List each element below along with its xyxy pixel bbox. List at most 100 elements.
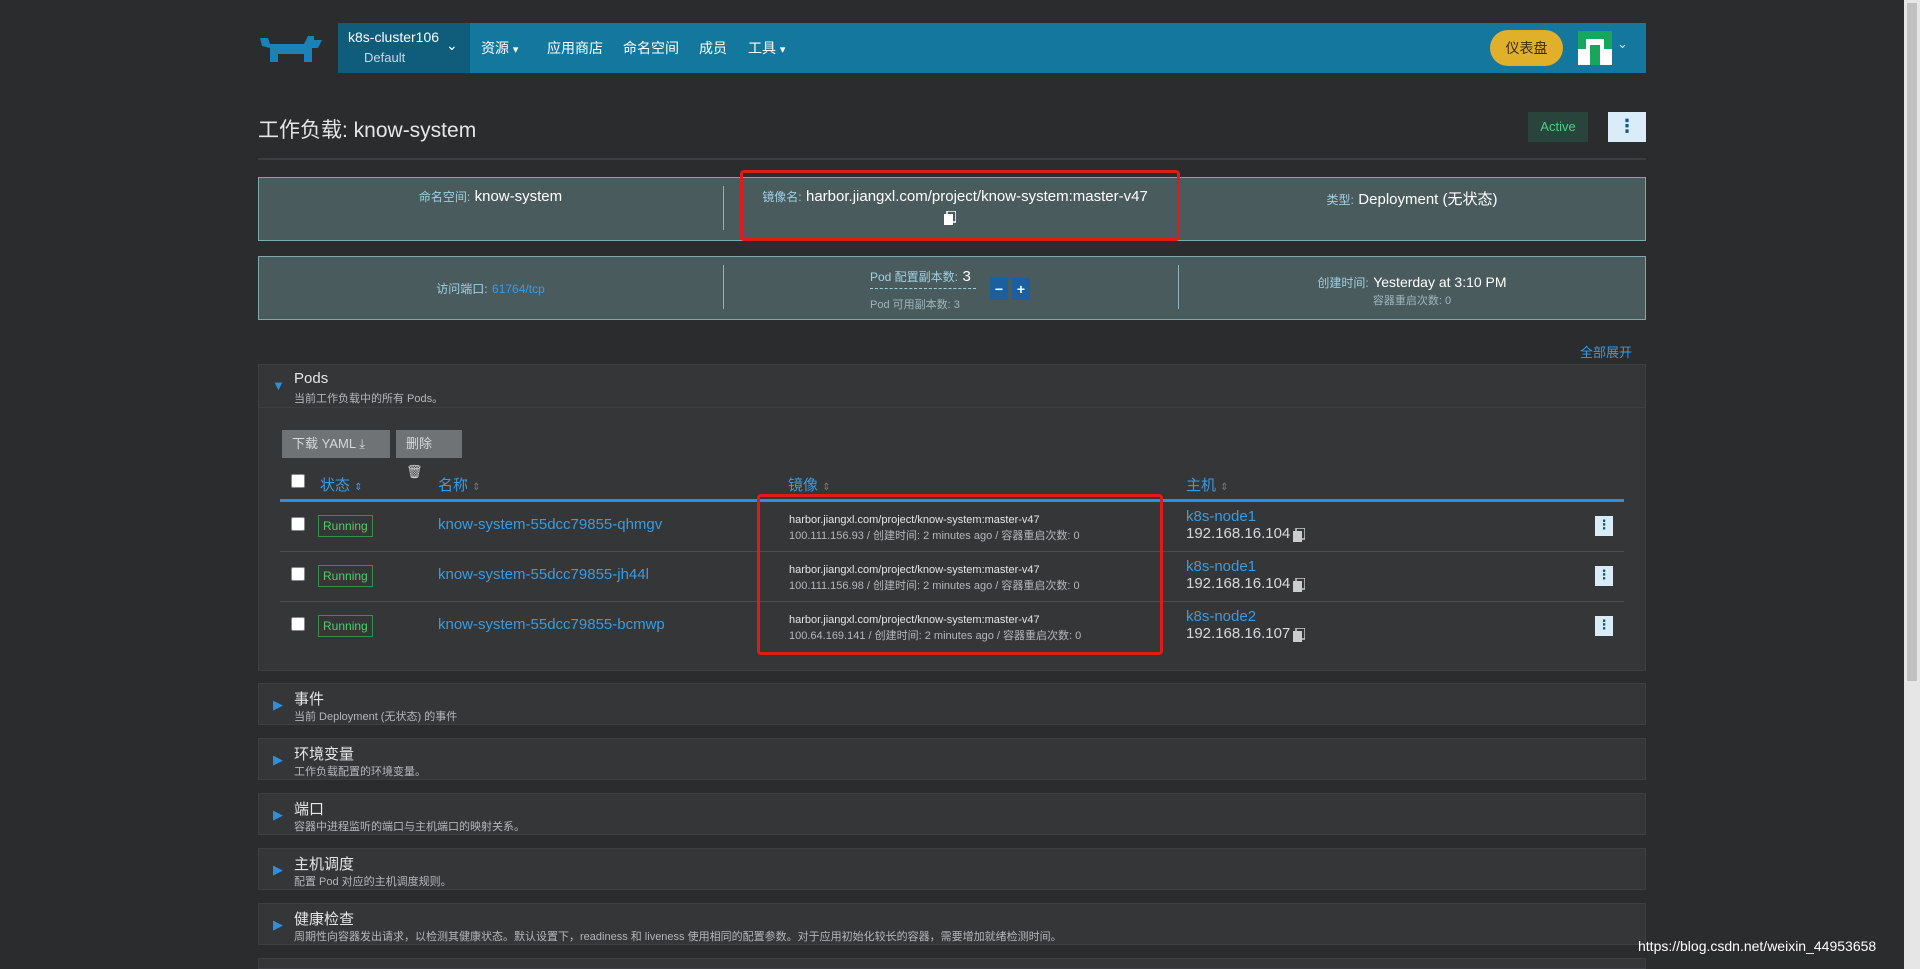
row-checkbox[interactable] — [291, 617, 305, 631]
nav-app-store-label: 应用商店 — [547, 40, 603, 56]
port-label: 访问端口: — [436, 282, 488, 296]
scale-up-button[interactable]: + — [1012, 278, 1030, 300]
nav-members-label: 成员 — [699, 40, 727, 56]
available-replicas: Pod 可用副本数: 3 — [870, 299, 960, 311]
copy-icon[interactable] — [1293, 627, 1306, 647]
more-actions-button[interactable]: ⋮ — [1608, 112, 1646, 142]
scheduling-subtitle: 配置 Pod 对应的主机调度规则。 — [294, 876, 452, 888]
pod-name-link[interactable]: know-system-55dcc79855-bcmwp — [438, 616, 665, 633]
rancher-logo[interactable] — [258, 32, 324, 66]
ports-section[interactable]: ▶ 端口 容器中进程监听的端口与主机端口的映射关系。 — [258, 793, 1646, 835]
host-ip: 192.168.16.107 — [1186, 625, 1291, 642]
next-section[interactable] — [258, 958, 1646, 969]
restart-count: 容器重启次数: 0 — [1372, 295, 1452, 307]
replicas-value: 3 — [962, 268, 971, 285]
host-ip: 192.168.16.104 — [1186, 575, 1291, 592]
pod-name-link[interactable]: know-system-55dcc79855-qhmgv — [438, 516, 662, 533]
nav-members[interactable]: 成员 — [699, 23, 727, 73]
select-all-checkbox[interactable] — [291, 474, 305, 488]
divider — [870, 288, 976, 289]
namespace-value: know-system — [474, 188, 563, 205]
type-label: 类型: — [1326, 193, 1354, 207]
divider — [258, 158, 1646, 160]
host-node-link[interactable]: k8s-node1 — [1186, 508, 1256, 525]
column-status[interactable]: 状态 ⇕ — [320, 474, 363, 495]
page-title: 工作负载: know-system — [258, 119, 477, 142]
triangle-right-icon: ▶ — [273, 752, 283, 767]
row-actions-button[interactable]: ⋮ — [1595, 516, 1613, 536]
copy-icon[interactable] — [1293, 577, 1306, 597]
env-vars-section[interactable]: ▶ 环境变量 工作负载配置的环境变量。 — [258, 738, 1646, 780]
dashboard-button[interactable]: 仪表盘 — [1490, 30, 1563, 66]
column-image[interactable]: 镜像 ⇕ — [788, 474, 831, 495]
host-ip: 192.168.16.104 — [1186, 525, 1291, 542]
events-title: 事件 — [294, 691, 325, 708]
health-check-title: 健康检查 — [294, 911, 355, 928]
replicas-info: Pod 配置副本数: 3 — [870, 268, 971, 286]
column-name-label: 名称 — [438, 477, 469, 494]
divider — [723, 265, 724, 309]
column-image-label: 镜像 — [788, 477, 819, 494]
triangle-right-icon: ▶ — [273, 697, 283, 712]
triangle-right-icon: ▶ — [273, 862, 283, 877]
chevron-down-icon: ▾ — [512, 44, 519, 56]
chevron-down-icon: ▾ — [779, 44, 786, 56]
chevron-down-icon: ⌄ — [446, 37, 458, 53]
row-checkbox[interactable] — [291, 567, 305, 581]
events-subtitle: 当前 Deployment (无状态) 的事件 — [294, 711, 458, 723]
status-badge: Running — [318, 515, 373, 537]
download-icon: ⤓ — [359, 436, 365, 451]
nav-namespaces[interactable]: 命名空间 — [623, 23, 679, 73]
health-check-section[interactable]: ▶ 健康检查 周期性向容器发出请求，以检测其健康状态。默认设置下，readine… — [258, 903, 1646, 945]
host-node-link[interactable]: k8s-node2 — [1186, 608, 1256, 625]
scrollbar-thumb[interactable] — [1907, 3, 1917, 681]
created-label: 创建时间: — [1317, 276, 1369, 290]
health-check-subtitle: 周期性向容器发出请求，以检测其健康状态。默认设置下，readiness 和 li… — [294, 931, 1062, 943]
triangle-right-icon: ▶ — [273, 807, 283, 822]
pod-name-link[interactable]: know-system-55dcc79855-jh44l — [438, 566, 649, 583]
trash-icon: 🗑 — [406, 464, 423, 479]
nav-namespaces-label: 命名空间 — [623, 40, 679, 56]
column-status-label: 状态 — [320, 477, 351, 494]
pods-section-header[interactable] — [258, 364, 1646, 408]
nav-resources[interactable]: 资源 ▾ — [481, 23, 518, 73]
delete-button[interactable]: 删除 🗑 — [396, 430, 462, 479]
scale-down-button[interactable]: − — [990, 278, 1008, 300]
namespace-info: 命名空间: know-system — [258, 188, 723, 206]
download-yaml-button[interactable]: 下载 YAML ⤓ — [282, 430, 390, 458]
row-checkbox[interactable] — [291, 517, 305, 531]
delete-label: 删除 — [406, 436, 433, 451]
status-badge: Running — [318, 615, 373, 637]
type-info: 类型: Deployment (无状态) — [1178, 188, 1646, 209]
host-node-link[interactable]: k8s-node1 — [1186, 558, 1256, 575]
nav-app-store[interactable]: 应用商店 — [547, 23, 603, 73]
cluster-switcher[interactable]: k8s-cluster106 Default ⌄ — [338, 23, 470, 73]
column-host-label: 主机 — [1186, 477, 1217, 494]
row-actions-button[interactable]: ⋮ — [1595, 566, 1613, 586]
scheduling-section[interactable]: ▶ 主机调度 配置 Pod 对应的主机调度规则。 — [258, 848, 1646, 890]
scheduling-title: 主机调度 — [294, 856, 355, 873]
expand-all-link[interactable]: 全部展开 — [1580, 342, 1632, 361]
env-vars-subtitle: 工作负载配置的环境变量。 — [294, 766, 426, 778]
highlight-box — [740, 170, 1180, 241]
created-info: 创建时间: Yesterday at 3:10 PM — [1178, 274, 1646, 292]
pods-title: Pods — [294, 370, 329, 387]
nav-resources-label: 资源 — [481, 40, 509, 56]
column-name[interactable]: 名称 ⇕ — [438, 474, 481, 495]
avatar[interactable] — [1578, 31, 1612, 65]
column-host[interactable]: 主机 ⇕ — [1186, 474, 1229, 495]
triangle-down-icon[interactable]: ▼ — [272, 378, 285, 393]
ports-subtitle: 容器中进程监听的端口与主机端口的映射关系。 — [294, 821, 525, 833]
replicas-label: Pod 配置副本数: — [870, 270, 959, 284]
pods-subtitle: 当前工作负载中的所有 Pods。 — [294, 393, 444, 405]
events-section[interactable]: ▶ 事件 当前 Deployment (无状态) 的事件 — [258, 683, 1646, 725]
row-actions-button[interactable]: ⋮ — [1595, 616, 1613, 636]
chevron-down-icon[interactable]: ⌄ — [1617, 36, 1628, 52]
created-value: Yesterday at 3:10 PM — [1373, 274, 1507, 290]
copy-icon[interactable] — [1293, 527, 1306, 547]
port-info: 访问端口: 61764/tcp — [258, 280, 723, 298]
nav-tools[interactable]: 工具 ▾ — [748, 23, 785, 73]
nav-tools-label: 工具 — [748, 40, 776, 56]
port-link[interactable]: 61764/tcp — [492, 282, 545, 296]
top-nav-bar — [338, 23, 1646, 73]
